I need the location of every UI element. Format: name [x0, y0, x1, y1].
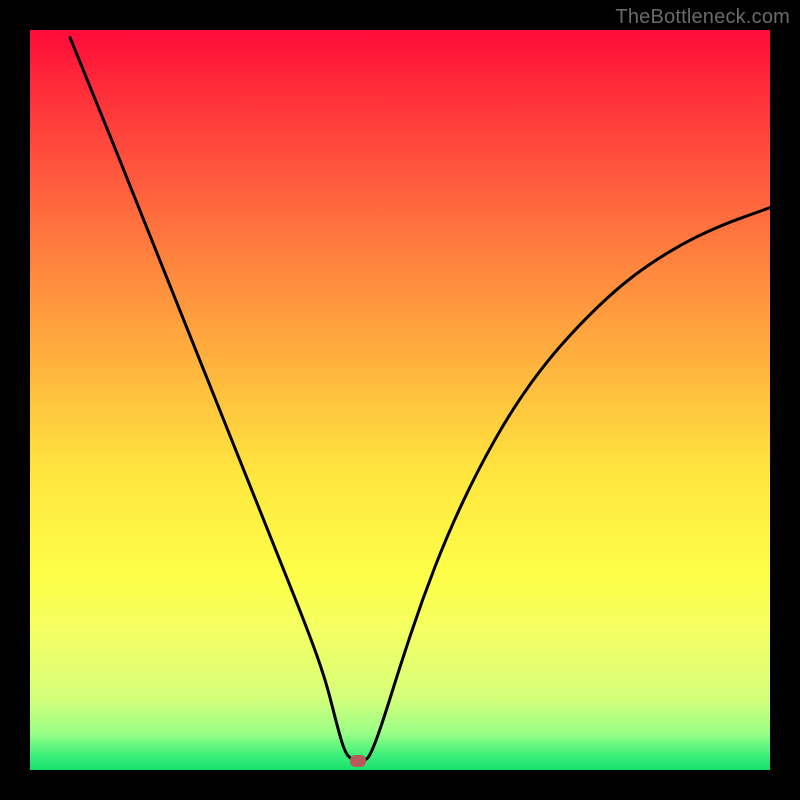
plot-area	[30, 30, 770, 770]
bottleneck-curve	[30, 30, 770, 770]
optimum-marker	[350, 755, 366, 767]
chart-frame: TheBottleneck.com	[0, 0, 800, 800]
watermark-text: TheBottleneck.com	[615, 6, 790, 29]
